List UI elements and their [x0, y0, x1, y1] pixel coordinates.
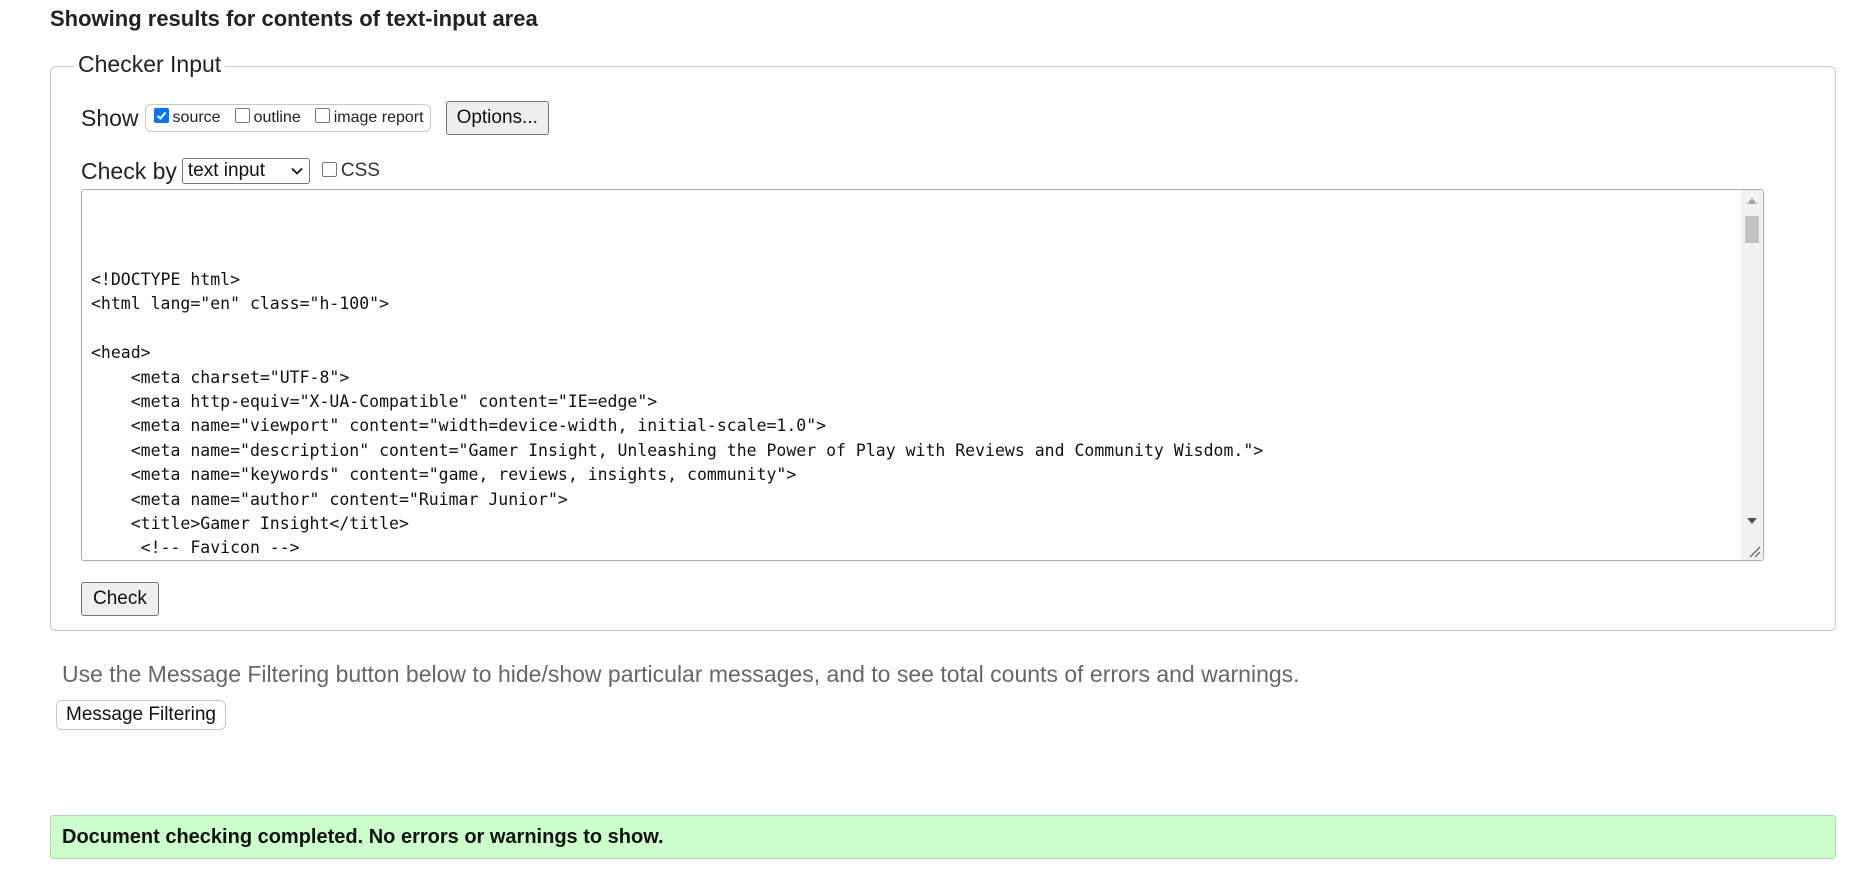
source-checkbox[interactable]	[153, 107, 169, 123]
outline-checkbox-label: outline	[253, 109, 301, 126]
outline-checkbox[interactable]	[234, 107, 250, 123]
show-label: Show	[81, 104, 139, 131]
resize-grip-icon[interactable]	[1747, 544, 1761, 558]
css-checkbox-label: CSS	[340, 160, 380, 181]
show-options-group: source outline image report	[144, 104, 431, 132]
options-button[interactable]: Options...	[445, 101, 549, 135]
check-by-selected-value: text input	[187, 160, 265, 181]
check-by-label: Check by	[81, 157, 177, 184]
show-source-option[interactable]: source	[153, 107, 221, 127]
image-report-checkbox[interactable]	[314, 107, 330, 123]
scrollbar-thumb[interactable]	[1745, 216, 1759, 243]
checkmark-icon	[156, 111, 166, 120]
message-filtering-button[interactable]: Message Filtering	[56, 700, 226, 730]
checker-input-legend: Checker Input	[74, 51, 226, 78]
status-message: Document checking completed. No errors o…	[62, 825, 664, 848]
source-checkbox-label: source	[172, 109, 221, 126]
triangle-down-icon[interactable]	[1741, 512, 1763, 530]
css-option[interactable]: CSS	[321, 160, 380, 182]
show-outline-option[interactable]: outline	[234, 107, 301, 127]
show-image-report-option[interactable]: image report	[314, 107, 424, 127]
status-success-bar: Document checking completed. No errors o…	[50, 815, 1836, 859]
results-heading: Showing results for contents of text-inp…	[50, 6, 538, 31]
source-textarea[interactable]: <!DOCTYPE html> <html lang="en" class="h…	[81, 189, 1764, 561]
message-filtering-note: Use the Message Filtering button below t…	[62, 661, 1300, 687]
css-checkbox[interactable]	[321, 161, 337, 177]
triangle-up-icon[interactable]	[1741, 192, 1763, 210]
check-by-row: Check by text input CSS	[81, 156, 380, 186]
source-code-text: <!DOCTYPE html> <html lang="en" class="h…	[91, 270, 1264, 558]
chevron-down-icon	[291, 167, 303, 175]
image-report-checkbox-label: image report	[333, 109, 424, 126]
check-by-select[interactable]: text input	[181, 158, 310, 184]
page: Showing results for contents of text-inp…	[0, 0, 1875, 870]
check-button[interactable]: Check	[81, 582, 159, 616]
textarea-scrollbar[interactable]	[1741, 190, 1763, 560]
show-row: Show source outline image report Options…	[81, 101, 549, 135]
